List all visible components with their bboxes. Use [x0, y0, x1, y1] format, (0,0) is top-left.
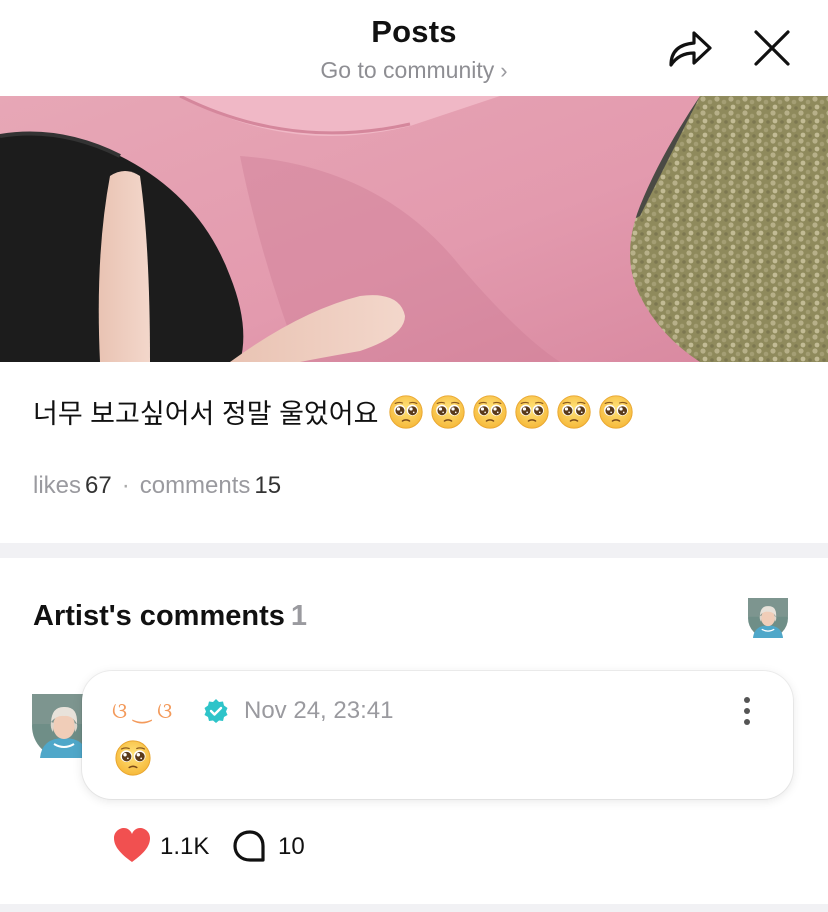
share-icon	[669, 31, 712, 67]
comment-timestamp: Nov 24, 23:41	[244, 697, 394, 724]
comments-label[interactable]: comments	[140, 472, 251, 499]
pleading-face-emoji-icon	[514, 394, 550, 430]
pleading-face-emoji-icon	[388, 394, 424, 430]
artist-comments-count: 1	[290, 600, 307, 632]
like-button[interactable]	[112, 826, 152, 866]
stats-separator: ·	[121, 472, 130, 499]
comment-more-button[interactable]	[734, 694, 760, 728]
avatar	[748, 598, 788, 638]
comment-body	[114, 739, 152, 782]
heart-icon	[114, 828, 150, 862]
likes-count: 67	[85, 472, 112, 499]
comment-bubble	[82, 671, 793, 799]
share-button[interactable]	[664, 24, 716, 72]
pleading-face-emoji-icon	[472, 394, 508, 430]
artist-comments-title: Artist's comments	[33, 600, 285, 632]
comments-count: 15	[254, 472, 282, 499]
pleading-face-emoji-icon	[114, 739, 152, 777]
post-text-body: 너무 보고싶어서 정말 울었어요	[33, 399, 379, 429]
artist-filter-avatar[interactable]	[748, 598, 788, 638]
comment-bubble-icon	[233, 830, 265, 862]
reply-count: 10	[278, 833, 305, 860]
pleading-face-emoji-icon	[556, 394, 592, 430]
emoji-row	[388, 394, 634, 430]
pleading-face-emoji-icon	[430, 394, 466, 430]
go-to-community-label: Go to community	[320, 57, 495, 83]
bottom-divider	[0, 904, 828, 912]
artist-comments-heading: Artist's comments 1	[33, 600, 307, 633]
post-photo[interactable]	[0, 96, 828, 362]
reply-button[interactable]	[232, 829, 268, 865]
post-stats: likes 67 · comments 15	[33, 472, 281, 500]
verified-badge-icon	[203, 698, 229, 724]
likes-label: likes	[33, 472, 82, 499]
post-image	[0, 96, 828, 362]
pleading-face-emoji-icon	[598, 394, 634, 430]
close-icon	[754, 30, 790, 66]
comment-author-name[interactable]: ଓ ‿ ଓ	[112, 698, 172, 724]
section-divider	[0, 543, 828, 558]
like-count: 1.1K	[160, 833, 210, 860]
top-bar: Posts Go to community ›	[0, 0, 828, 96]
close-button[interactable]	[748, 24, 796, 72]
chevron-right-icon: ›	[500, 58, 508, 83]
post-text: 너무 보고싶어서 정말 울었어요	[33, 392, 634, 431]
more-vertical-icon	[744, 697, 750, 725]
